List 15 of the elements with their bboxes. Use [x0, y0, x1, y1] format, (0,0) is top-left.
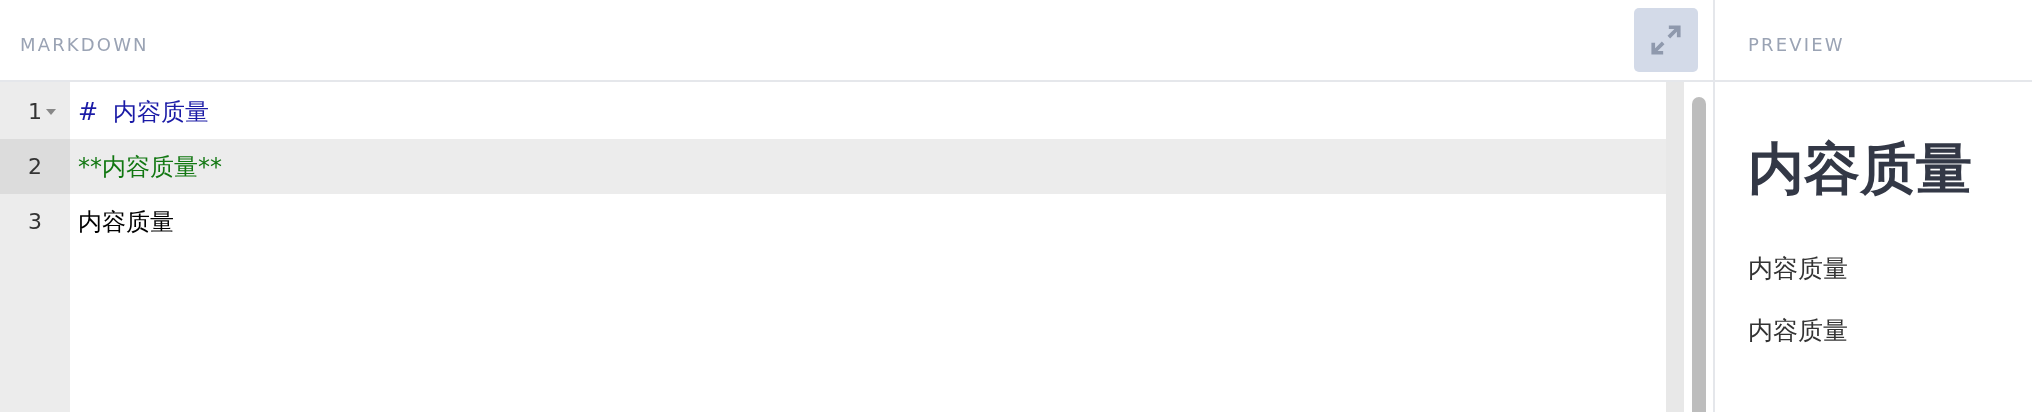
panel-title: PREVIEW: [1748, 32, 1845, 57]
preview-paragraph: 内容质量: [1748, 253, 1849, 285]
expand-button[interactable]: [1634, 8, 1698, 72]
preview-heading: 内容质量: [1748, 135, 1973, 203]
panel-title: MARKDOWN: [20, 32, 149, 57]
code-line: 内容质量: [78, 206, 174, 238]
fold-caret-icon[interactable]: [46, 108, 56, 115]
code-line: **内容质量**: [78, 151, 222, 183]
scrollbar-thumb[interactable]: [1691, 97, 1706, 412]
line-number: 2: [28, 153, 42, 181]
code-line: # 内容质量: [78, 96, 210, 128]
preview-paragraph: 内容质量: [1748, 314, 1849, 347]
line-number: 1: [28, 98, 42, 126]
expand-icon: [1649, 23, 1683, 57]
line-number: 3: [28, 208, 42, 236]
